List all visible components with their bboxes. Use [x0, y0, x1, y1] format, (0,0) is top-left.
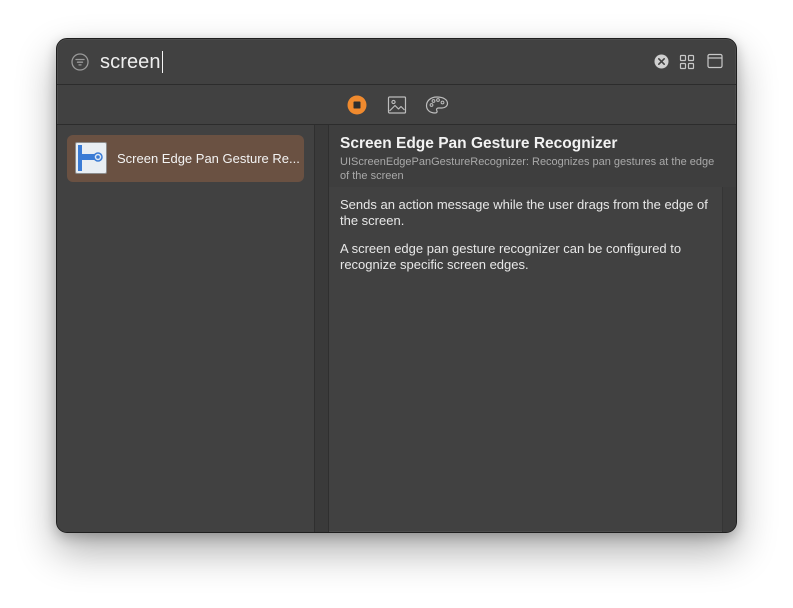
- split-divider[interactable]: [314, 125, 329, 532]
- media-library-icon[interactable]: [387, 95, 407, 115]
- library-window: screen Screen Edge Pan Gesture Re... Scr…: [56, 38, 737, 533]
- search-query: screen: [100, 51, 161, 73]
- objects-library-icon[interactable]: [347, 95, 367, 115]
- detail-description: Sends an action message while the user d…: [340, 197, 715, 285]
- list-item-label: Screen Edge Pan Gesture Re...: [117, 151, 300, 166]
- search-bar: screen: [57, 39, 736, 85]
- detail-pane: Screen Edge Pan Gesture Recognizer UIScr…: [329, 125, 736, 532]
- list-item[interactable]: Screen Edge Pan Gesture Re...: [67, 135, 304, 182]
- color-palette-icon[interactable]: [425, 95, 449, 115]
- filter-icon[interactable]: [71, 53, 89, 71]
- scrollbar[interactable]: [722, 187, 736, 532]
- results-list: Screen Edge Pan Gesture Re...: [57, 125, 314, 532]
- description-paragraph: Sends an action message while the user d…: [340, 197, 708, 228]
- screen-edge-pan-gesture-icon: [75, 142, 107, 174]
- detail-header: Screen Edge Pan Gesture Recognizer UIScr…: [329, 125, 736, 187]
- description-paragraph: A screen edge pan gesture recognizer can…: [340, 241, 682, 272]
- detail-title: Screen Edge Pan Gesture Recognizer: [340, 135, 618, 152]
- library-tab-bar: [57, 85, 736, 125]
- grid-view-icon[interactable]: [679, 54, 695, 70]
- detail-subtitle: UIScreenEdgePanGestureRecognizer: Recogn…: [340, 156, 715, 182]
- clear-icon[interactable]: [654, 54, 669, 69]
- search-input[interactable]: screen: [100, 50, 164, 74]
- window-layout-icon[interactable]: [707, 53, 723, 69]
- text-caret: [161, 51, 164, 73]
